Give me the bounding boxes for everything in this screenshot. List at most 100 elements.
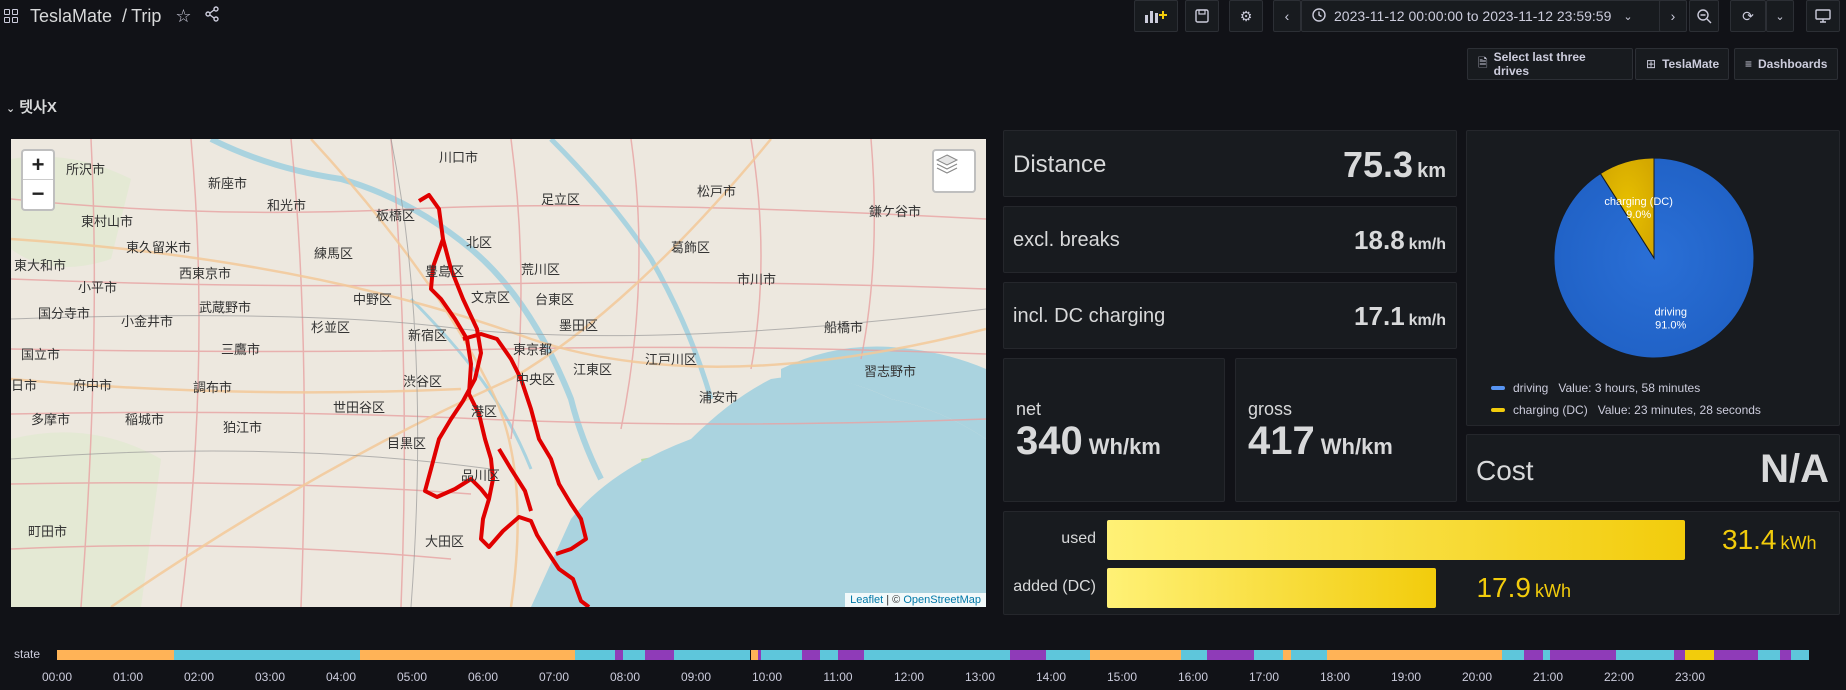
timeline-segment-driving[interactable] bbox=[801, 650, 820, 660]
zoom-out-time-button[interactable] bbox=[1689, 0, 1719, 32]
link-teslamate[interactable]: ⊞ TeslaMate bbox=[1635, 48, 1729, 80]
timeline-segment-online[interactable] bbox=[1790, 650, 1802, 660]
legend-value: Value: 3 hours, 58 minutes bbox=[1558, 381, 1701, 395]
timeline-segment-online[interactable] bbox=[575, 650, 616, 660]
timeline-segment-driving[interactable] bbox=[615, 650, 623, 660]
link-last-drives[interactable]: 🗎 Select last three drives bbox=[1467, 48, 1633, 80]
legend-item-charging[interactable]: charging (DC) Value: 23 minutes, 28 seco… bbox=[1491, 403, 1761, 417]
timeline-segment-driving[interactable] bbox=[1549, 650, 1569, 660]
time-back-button[interactable]: ‹ bbox=[1273, 0, 1301, 32]
map-label: 大田区 bbox=[425, 534, 465, 549]
map-label: 府中市 bbox=[73, 378, 113, 393]
map-label: 狛江市 bbox=[223, 420, 263, 435]
timeline-tick: 03:00 bbox=[254, 670, 286, 684]
timeline-segment-charging[interactable] bbox=[1684, 650, 1715, 660]
view-mode-button[interactable] bbox=[1806, 0, 1840, 32]
zoom-out-icon bbox=[1696, 8, 1711, 23]
refresh-interval-dropdown[interactable]: ⌄ bbox=[1766, 0, 1794, 32]
legend-swatch bbox=[1491, 408, 1505, 412]
distance-value: 75.3 km bbox=[1343, 144, 1446, 186]
trip-map[interactable]: 所沢市 新座市 和光市 川口市 足立区 松戸市 鎌ケ谷市 東村山市 板橋区 北区… bbox=[11, 139, 986, 607]
legend-label: driving bbox=[1513, 381, 1549, 395]
timeline-segment-online[interactable] bbox=[776, 650, 802, 660]
row-header[interactable]: ⌄ 텟사X bbox=[6, 96, 57, 117]
excl-breaks-title: excl. breaks bbox=[1013, 229, 1120, 251]
share-icon[interactable] bbox=[204, 6, 220, 26]
timeline-segment-online[interactable] bbox=[1290, 650, 1328, 660]
link-dashboards[interactable]: ≡ Dashboards bbox=[1734, 48, 1838, 80]
timeline-segment-driving[interactable] bbox=[1009, 650, 1047, 660]
state-pie-panel: driving 91.0% charging (DC) 9.0% driving Va… bbox=[1466, 130, 1840, 426]
timeline-segment-asleep[interactable] bbox=[1283, 650, 1291, 660]
timeline-segment-online[interactable] bbox=[925, 650, 933, 660]
apps-grid-icon[interactable] bbox=[4, 9, 18, 23]
map-label: 所沢市 bbox=[66, 162, 106, 177]
timeline-segment-online[interactable] bbox=[1801, 650, 1809, 660]
timeline-segment-driving[interactable] bbox=[1673, 650, 1685, 660]
save-button[interactable] bbox=[1185, 0, 1219, 32]
timeline-segment-asleep[interactable] bbox=[359, 650, 576, 660]
timeline-tick: 23:00 bbox=[1674, 670, 1706, 684]
map-label: 中野区 bbox=[353, 292, 393, 307]
map-label: 和光市 bbox=[267, 198, 307, 213]
timeline-segment-online[interactable] bbox=[673, 650, 751, 660]
time-forward-button[interactable]: › bbox=[1659, 0, 1687, 32]
map-label: 小金井市 bbox=[121, 314, 174, 329]
leaflet-link[interactable]: Leaflet bbox=[850, 594, 883, 606]
map-label: 鎌ケ谷市 bbox=[869, 204, 922, 219]
map-label: 国分寺市 bbox=[38, 306, 91, 321]
timeline-segment-driving[interactable] bbox=[1568, 650, 1616, 660]
legend-item-driving[interactable]: driving Value: 3 hours, 58 minutes bbox=[1491, 381, 1700, 395]
zoom-out-button[interactable]: − bbox=[23, 180, 53, 209]
timeline-segment-driving[interactable] bbox=[644, 650, 674, 660]
timeline-segment-online[interactable] bbox=[1542, 650, 1550, 660]
pie-label: driving bbox=[1655, 307, 1687, 319]
timeline-segment-asleep[interactable] bbox=[57, 650, 174, 660]
pie-chart: driving91.0% charging (DC)9.0% bbox=[1553, 157, 1755, 359]
timeline-tick: 19:00 bbox=[1390, 670, 1422, 684]
zoom-in-button[interactable]: + bbox=[23, 151, 53, 180]
add-panel-button[interactable] bbox=[1134, 0, 1178, 32]
timeline-segment-online[interactable] bbox=[819, 650, 839, 660]
gross-number: 417 bbox=[1248, 419, 1315, 463]
timeline-segment-online[interactable] bbox=[1046, 650, 1090, 660]
chevron-down-icon: ⌄ bbox=[6, 103, 16, 115]
timeline-segment-driving[interactable] bbox=[838, 650, 864, 660]
timeline-segment-online[interactable] bbox=[1502, 650, 1525, 660]
legend-label: charging (DC) bbox=[1513, 403, 1588, 417]
timeline-segment-online[interactable] bbox=[1181, 650, 1207, 660]
map-label: 川口市 bbox=[439, 150, 479, 165]
timeline-segment-driving[interactable] bbox=[1206, 650, 1255, 660]
timeline-segment-online[interactable] bbox=[933, 650, 1010, 660]
map-label: 杉並区 bbox=[311, 320, 351, 335]
star-icon[interactable]: ☆ bbox=[175, 6, 191, 27]
map-label: 練馬区 bbox=[314, 246, 354, 261]
timeline-segment-asleep[interactable] bbox=[750, 650, 758, 660]
timeline-segment-online[interactable] bbox=[1254, 650, 1284, 660]
energy-panel: used 31.4 kWh added (DC) 17.9 kWh bbox=[1003, 511, 1840, 615]
timeline-segment-online[interactable] bbox=[622, 650, 645, 660]
timeline-segment-online[interactable] bbox=[173, 650, 360, 660]
refresh-button[interactable]: ⟳ bbox=[1730, 0, 1766, 32]
layers-button[interactable] bbox=[932, 149, 976, 193]
settings-button[interactable]: ⚙ bbox=[1229, 0, 1263, 32]
timeline-segment-online[interactable] bbox=[1757, 650, 1780, 660]
timeline-tick: 05:00 bbox=[396, 670, 428, 684]
timeline-segment-driving[interactable] bbox=[1524, 650, 1543, 660]
timeline-segment-online[interactable] bbox=[1615, 650, 1674, 660]
timeline-tick: 10:00 bbox=[751, 670, 783, 684]
breadcrumb-app[interactable]: TeslaMate bbox=[30, 6, 112, 27]
map-label: 東京都 bbox=[513, 342, 553, 357]
timeline-segment-driving[interactable] bbox=[1714, 650, 1758, 660]
timeline-segment-online[interactable] bbox=[863, 650, 926, 660]
incl-dc-unit: km/h bbox=[1408, 312, 1446, 329]
timeline-segment-driving[interactable] bbox=[1779, 650, 1791, 660]
state-timeline[interactable] bbox=[57, 650, 1809, 660]
time-picker[interactable]: 2023-11-12 00:00:00 to 2023-11-12 23:59:… bbox=[1301, 0, 1673, 32]
osm-link[interactable]: OpenStreetMap bbox=[903, 594, 981, 606]
timeline-segment-asleep[interactable] bbox=[1327, 650, 1503, 660]
timeline-segment-asleep[interactable] bbox=[1089, 650, 1182, 660]
timeline-segment-online[interactable] bbox=[761, 650, 777, 660]
map-label: 足立区 bbox=[541, 192, 581, 207]
timeline-tick: 07:00 bbox=[538, 670, 570, 684]
